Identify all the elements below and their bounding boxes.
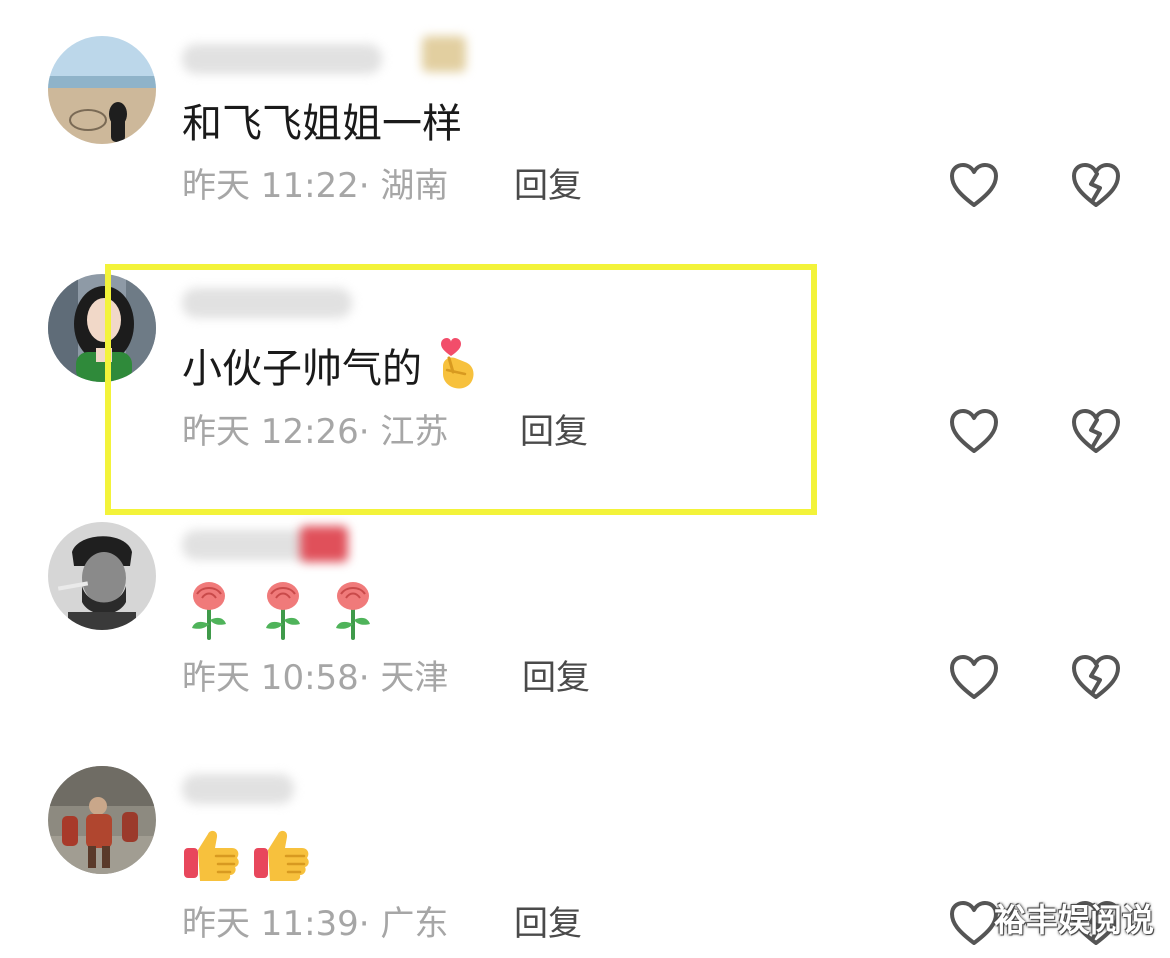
username-blurred[interactable] <box>182 288 352 318</box>
heart-outline-icon[interactable] <box>948 408 1000 456</box>
comment-item: 小伙子帅气的 昨天 12:26· 江苏 回复 <box>0 240 1170 510</box>
broken-heart-icon[interactable] <box>1070 408 1122 456</box>
heart-outline-icon[interactable] <box>948 654 1000 702</box>
thumbs-up-emoji <box>184 830 239 881</box>
finger-heart-emoji <box>440 338 474 389</box>
reply-button[interactable]: 回复 <box>514 902 582 946</box>
reply-button[interactable]: 回复 <box>520 410 588 454</box>
username-blurred[interactable] <box>182 774 294 804</box>
user-badge-blurred <box>422 36 466 72</box>
broken-heart-icon[interactable] <box>1070 162 1122 210</box>
comment-text: 小伙子帅气的 <box>182 336 479 395</box>
comment-meta: 昨天 11:39· 广东 <box>182 902 448 946</box>
avatar[interactable] <box>48 766 156 874</box>
user-badge-blurred <box>300 526 348 562</box>
comment-location: · 天津 <box>358 658 449 698</box>
watermark: 裕丰娱阅说 <box>993 901 1154 939</box>
comment-location: · 江苏 <box>358 412 449 452</box>
rose-emoji <box>336 582 370 640</box>
comment-item: 昨天 10:58· 天津 回复 <box>0 510 1170 760</box>
avatar[interactable] <box>48 522 156 630</box>
comment-meta: 昨天 12:26· 江苏 <box>182 410 448 454</box>
avatar[interactable] <box>48 36 156 144</box>
comment-text: 和飞飞姐姐一样 <box>182 101 462 147</box>
thumbs-up-emoji <box>254 830 309 881</box>
username-blurred[interactable] <box>182 530 312 560</box>
comment-location: · 湖南 <box>358 166 449 206</box>
comment-time: 昨天 11:39 <box>182 904 359 944</box>
comment-time: 昨天 10:58 <box>182 658 359 698</box>
reply-button[interactable]: 回复 <box>514 164 582 208</box>
comment-meta: 昨天 11:22· 湖南 <box>182 164 448 208</box>
comment-location: · 广东 <box>358 904 449 944</box>
broken-heart-icon[interactable] <box>1070 654 1122 702</box>
heart-outline-icon[interactable] <box>948 900 1000 948</box>
avatar[interactable] <box>48 274 156 382</box>
comment-time: 昨天 11:22 <box>182 166 359 206</box>
rose-emoji <box>266 582 300 640</box>
emoji-row <box>182 580 382 640</box>
rose-emoji <box>192 582 226 640</box>
comment-meta: 昨天 10:58· 天津 <box>182 656 448 700</box>
comment-time: 昨天 12:26 <box>182 412 359 452</box>
username-blurred[interactable] <box>182 44 382 74</box>
heart-outline-icon[interactable] <box>948 162 1000 210</box>
reply-button[interactable]: 回复 <box>522 656 590 700</box>
comment-item: 和飞飞姐姐一样 昨天 11:22· 湖南 回复 <box>0 0 1170 240</box>
emoji-row <box>182 826 312 884</box>
